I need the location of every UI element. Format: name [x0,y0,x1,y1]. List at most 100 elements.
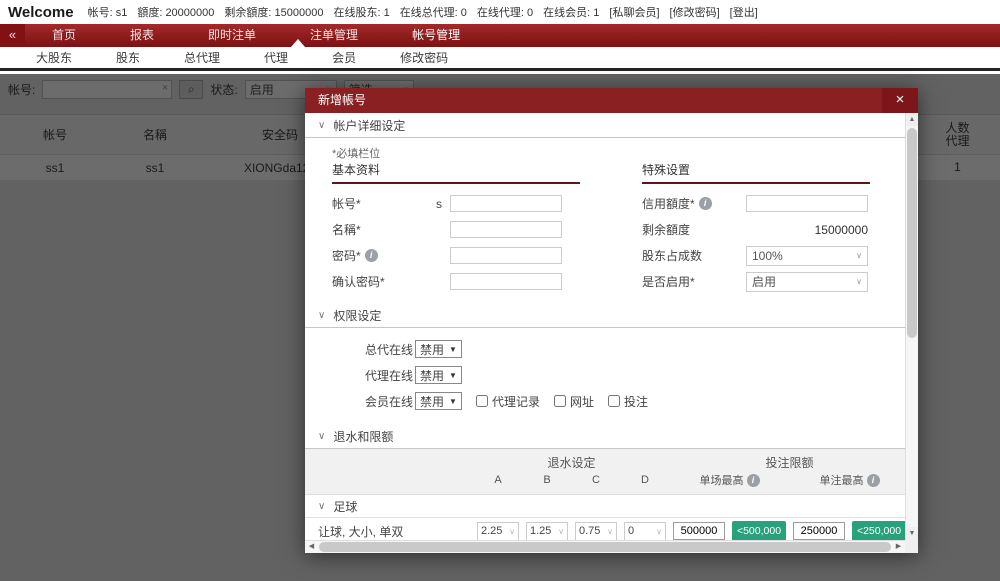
rebate-a-value: 2.25 [481,525,503,537]
nav-item-home[interactable]: 首页 [25,24,103,47]
change-password-link[interactable]: [修改密码] [670,4,720,20]
logout-link[interactable]: [登出] [730,4,758,20]
basic-info-group-title: 基本资料 [332,161,580,184]
section-account-details-title: 帐户详细设定 [333,118,406,133]
scroll-right-icon[interactable]: ▶ [892,541,905,553]
scroll-down-icon[interactable]: ▼ [906,527,918,540]
agent-online-select[interactable]: 禁用 ▼ [415,366,462,384]
member-online-select[interactable]: 禁用 ▼ [415,392,462,410]
stat-online-member: 在线会员: 1 [543,7,600,19]
password-info-icon[interactable]: i [364,249,378,262]
stat-remaining: 剩余額度: 15000000 [224,7,324,19]
vertical-scroll-thumb[interactable] [907,128,917,338]
master-agent-online-select[interactable]: 禁用 ▼ [415,340,462,358]
section-permissions-title: 权限设定 [333,308,382,323]
account-input[interactable] [450,195,562,212]
limits-table-header: 退水设定 投注限额 A B C D 单场最高 i 单注最高 i [305,449,905,495]
required-note: *必填栏位 [332,148,381,160]
section-account-details-toggle[interactable]: ∨ 帐户详细设定 [305,113,905,138]
confirm-password-label: 确认密码* [332,275,385,289]
subnav-item-master-agent[interactable]: 总代理 [162,49,242,66]
password-input[interactable] [450,247,562,264]
sport-football-label: 足球 [333,499,358,514]
name-input[interactable] [450,221,562,238]
chevron-down-icon: ∨ [856,277,862,286]
sport-football-toggle[interactable]: ∨ 足球 [305,495,905,518]
nav-item-reports[interactable]: 报表 [103,24,181,47]
collapse-sidebar-icon[interactable]: « [0,24,25,47]
limit-row-handicap: 让球, 大小, 单双 2.25∨ 1.25∨ 0.75∨ 0∨ <500,000… [305,518,905,540]
rebate-d-select[interactable]: 0 ∨ [624,521,666,540]
bet-max-input[interactable] [793,522,845,540]
subnav-item-change-password[interactable]: 修改密码 [378,49,470,66]
rebate-a-select[interactable]: 2.25 ∨ [477,521,519,540]
welcome-text: Welcome [8,3,74,21]
horizontal-scrollbar[interactable]: ◀ ▶ [305,540,905,553]
close-icon[interactable]: × [882,88,918,113]
section-rebate-limits-title: 退水和限额 [333,429,394,444]
nav-item-account-management[interactable]: 帐号管理 [385,24,487,47]
modal-header: 新增帳号 × [305,88,918,113]
chevron-down-icon: ∨ [318,430,326,442]
sub-nav: 大股东 股东 总代理 代理 会员 修改密码 [0,47,1000,71]
nav-item-live-bets[interactable]: 即时注单 [181,24,283,47]
rebate-c-select[interactable]: 0.75 ∨ [575,521,617,540]
subnav-item-member[interactable]: 会员 [310,49,378,66]
member-online-label: 会员在线 [365,394,414,409]
stat-online-master-agent: 在线总代理: 0 [399,7,467,19]
bet-max-info-icon[interactable]: i [866,473,880,487]
betting-checkbox[interactable] [607,395,620,407]
bet-max-badge: <250,000 [852,521,905,540]
stat-online-agent: 在线代理: 0 [476,7,534,19]
col-b-header: B [543,474,551,486]
horizontal-scroll-thumb[interactable] [319,542,891,552]
remaining-credit-value: 15000000 [814,222,868,237]
modal-title: 新增帳号 [318,93,367,107]
chevron-down-icon: ∨ [318,309,326,321]
rebate-b-select[interactable]: 1.25 ∨ [526,521,568,540]
betting-label: 投注 [623,394,648,409]
shareholder-percent-value: 100% [752,248,783,263]
account-label: 帐号* [332,197,361,211]
row-label: 让球, 大小, 单双 [318,524,404,539]
select-arrow-icon: ▼ [449,396,457,406]
main-nav: « 首页 报表 即时注单 注单管理 帐号管理 [0,24,1000,47]
add-account-modal: 新增帳号 × ∨ 帐户详细设定 *必填栏位 基本资料 帐号* s 名稱* 密码*… [305,88,918,553]
password-label: 密码* [332,249,361,263]
credit-info-icon[interactable]: i [698,197,712,210]
website-label: 网址 [569,394,594,409]
section-permissions-toggle[interactable]: ∨ 权限设定 [305,303,905,328]
stat-online-shareholder: 在线股东: 1 [333,7,390,19]
chevron-down-icon: ∨ [509,526,515,536]
agent-record-checkbox[interactable] [475,395,488,407]
chevron-down-icon: ∨ [856,251,862,260]
subnav-item-shareholder[interactable]: 股东 [94,49,162,66]
bet-max-header: 单注最高 [819,475,864,487]
remaining-credit-label: 剩余額度 [642,223,691,237]
rebate-b-value: 1.25 [530,525,552,537]
confirm-password-input[interactable] [450,273,562,290]
vertical-scrollbar[interactable]: ▲ ▼ [905,113,918,540]
agent-record-label: 代理记录 [491,394,540,409]
scrollbar-corner [905,540,918,553]
chat-member-link[interactable]: [私聊会员] [609,4,659,20]
shareholder-percent-label: 股东占成数 [642,249,703,263]
scroll-up-icon[interactable]: ▲ [906,113,918,126]
credit-limit-input[interactable] [746,195,868,212]
section-rebate-limits-toggle[interactable]: ∨ 退水和限额 [305,424,905,449]
scroll-left-icon[interactable]: ◀ [305,541,318,553]
website-checkbox[interactable] [553,395,566,407]
member-online-value: 禁用 [420,394,445,409]
subnav-item-major-shareholder[interactable]: 大股东 [14,49,94,66]
master-agent-online-label: 总代在线 [365,342,414,357]
enable-select[interactable]: 启用 ∨ [746,271,868,292]
subnav-item-agent[interactable]: 代理 [242,49,310,66]
col-c-header: C [592,474,600,486]
shareholder-percent-select[interactable]: 100% ∨ [746,245,868,266]
active-nav-arrow [291,39,305,47]
match-max-info-icon[interactable]: i [746,473,760,487]
enable-value: 启用 [752,275,777,289]
match-max-input[interactable] [673,522,725,540]
rebate-d-value: 0 [628,525,635,537]
select-arrow-icon: ▼ [449,370,457,380]
